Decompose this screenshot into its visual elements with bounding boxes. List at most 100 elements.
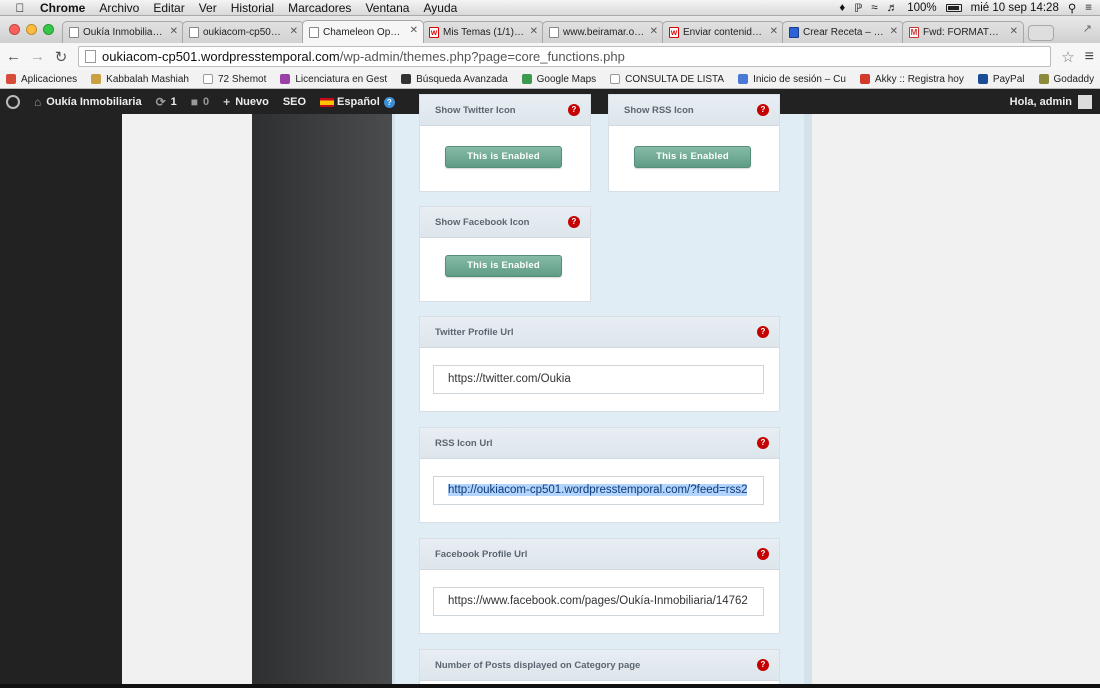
spotlight-icon[interactable]: ⚲ [1068,1,1076,15]
rss-icon-toggle-button[interactable]: This is Enabled [634,146,751,168]
help-icon[interactable]: ? [568,104,580,116]
bookmark-akky[interactable]: Akky :: Registra hoy [859,73,964,85]
facebook-profile-url-input[interactable]: https://www.facebook.com/pages/Oukía-Inm… [433,587,764,616]
admin-bar-site[interactable]: ⌂ Oukía Inmobiliaria [34,95,142,109]
bookmark-star-icon[interactable]: ☆ [1061,48,1074,66]
tab-fwd-formatos[interactable]: M Fwd: FORMATOS OBL ✕ [902,21,1024,43]
content-gutter [122,114,252,688]
menu-ver[interactable]: Ver [199,1,217,15]
address-bar[interactable]: oukiacom-cp501.wordpresstemporal.com /wp… [78,46,1052,67]
bookmark-inicio-sesion[interactable]: Inicio de sesión – Cu [738,74,846,85]
facebook-icon-toggle-button[interactable]: This is Enabled [445,255,562,277]
akky-icon [859,74,870,84]
tab-oukiacom-cp501[interactable]: oukiacom-cp501.wo ✕ [182,21,304,43]
bookmark-label: Godaddy [1053,73,1095,85]
tab-title: Fwd: FORMATOS OBL [923,27,1005,38]
tab-title: www.beiramar.org/T [563,27,645,38]
apple-icon[interactable]:  [0,1,40,15]
close-tab-icon[interactable]: ✕ [410,25,418,36]
admin-bar-seo[interactable]: SEO [283,96,306,108]
bookmark-consulta-lista[interactable]: CONSULTA DE LISTA [610,74,724,85]
w-icon: w [669,27,679,38]
twitter-icon-toggle-button[interactable]: This is Enabled [445,146,562,168]
option-header: Number of Posts displayed on Category pa… [420,650,779,681]
rss-icon-url-input[interactable]: http://oukiacom-cp501.wordpresstemporal.… [433,476,764,505]
close-tab-icon[interactable]: ✕ [650,26,658,37]
bookmark-kabbalah[interactable]: Kabbalah Mashiah [91,74,189,85]
forward-icon[interactable]: → [30,48,45,65]
back-icon[interactable]: ← [6,48,21,65]
option-header: Facebook Profile Url ? [420,539,779,570]
page-info-icon[interactable] [85,50,96,63]
admin-bar-account[interactable]: Hola, admin [1010,95,1100,109]
tab-chameleon-opciones[interactable]: Chameleon Opcione ✕ [302,20,424,43]
help-icon[interactable]: ? [383,96,395,108]
bluetooth-icon[interactable]: ℙ [854,1,862,15]
help-icon[interactable]: ? [757,548,769,560]
bookmark-busqueda-avanzada[interactable]: Búsqueda Avanzada [401,74,508,85]
close-window-icon[interactable] [9,24,20,35]
tab-beiramar[interactable]: www.beiramar.org/T ✕ [542,21,664,43]
notification-center-icon[interactable]: ≡ [1085,2,1092,14]
admin-menu-sidebar [0,114,122,688]
option-title: Twitter Profile Url [435,326,514,338]
tab-mis-temas[interactable]: w Mis Temas (1/1) – H ✕ [422,21,544,43]
menu-marcadores[interactable]: Marcadores [288,1,351,15]
new-tab-button[interactable] [1028,25,1054,41]
close-tab-icon[interactable]: ✕ [770,26,778,37]
help-icon[interactable]: ? [757,437,769,449]
admin-bar-new[interactable]: + Nuevo [223,95,269,109]
bookmark-godaddy[interactable]: Godaddy [1038,73,1095,85]
theme-options-sidebar [252,114,392,688]
star-of-david-icon [91,74,102,84]
minimize-window-icon[interactable] [26,24,37,35]
maps-icon [521,74,532,84]
bookmarks-bar: Aplicaciones Kabbalah Mashiah 72 Shemot … [0,70,1100,89]
option-header: Show Facebook Icon ? [420,207,590,238]
admin-bar-comments[interactable]: ■ 0 [191,95,209,109]
seo-label: SEO [282,96,307,108]
close-tab-icon[interactable]: ✕ [530,26,538,37]
chrome-menu-icon[interactable]: ≡ [1085,48,1094,66]
help-icon[interactable]: ? [757,326,769,338]
menu-archivo[interactable]: Archivo [99,1,139,15]
tab-enviar-contenidos[interactable]: w Enviar contenidos de ✕ [662,21,784,43]
twitter-profile-url-input[interactable]: https://twitter.com/Oukia [433,365,764,394]
tab-oukia-inmobiliaria[interactable]: Oukía Inmobiliaria | ✕ [62,21,184,43]
bookmark-licenciatura[interactable]: Licenciatura en Gest [280,74,387,85]
battery-percent: 100% [907,1,937,14]
menu-ventana[interactable]: Ventana [365,1,409,15]
volume-icon[interactable]: ♬ [887,2,899,14]
plus-icon: + [223,95,231,109]
admin-bar-updates[interactable]: ⟳ 1 [156,95,177,109]
wordpress-logo-icon[interactable] [6,95,20,109]
option-title: Show Twitter Icon [435,104,516,116]
menu-ayuda[interactable]: Ayuda [423,1,457,15]
bookmark-72-shemot[interactable]: 72 Shemot [203,74,266,85]
battery-icon[interactable] [945,3,962,12]
menu-editar[interactable]: Editar [153,1,184,15]
close-tab-icon[interactable]: ✕ [1010,26,1018,37]
help-icon[interactable]: ? [757,659,769,671]
menu-historial[interactable]: Historial [231,1,274,15]
help-icon[interactable]: ? [757,104,769,116]
bookmark-aplicaciones[interactable]: Aplicaciones [6,74,77,85]
close-tab-icon[interactable]: ✕ [290,26,298,37]
notification-icon[interactable]: ♦ [839,2,845,14]
zoom-window-icon[interactable] [43,24,54,35]
bookmark-label: Akky :: Registra hoy [874,73,964,85]
wifi-icon[interactable]: ≈ [871,2,877,14]
tab-crear-receta[interactable]: Crear Receta – IFTTT ✕ [782,21,904,43]
reload-icon[interactable]: ↻ [54,48,68,66]
fullscreen-icon[interactable]: ↗ [1083,22,1092,35]
bookmark-paypal[interactable]: PayPal [977,74,1025,85]
admin-bar-language[interactable]: Español ? [320,96,395,108]
close-tab-icon[interactable]: ✕ [890,26,898,37]
close-tab-icon[interactable]: ✕ [170,26,178,37]
option-rss-icon-url: RSS Icon Url ? http://oukiacom-cp501.wor… [419,427,780,523]
help-icon[interactable]: ? [568,216,580,228]
url-path: /wp-admin/themes.php?page=core_functions… [339,49,625,64]
bookmark-google-maps[interactable]: Google Maps [521,74,596,85]
clock[interactable]: mié 10 sep 14:28 [971,2,1059,14]
app-menu[interactable]: Chrome [40,1,85,15]
